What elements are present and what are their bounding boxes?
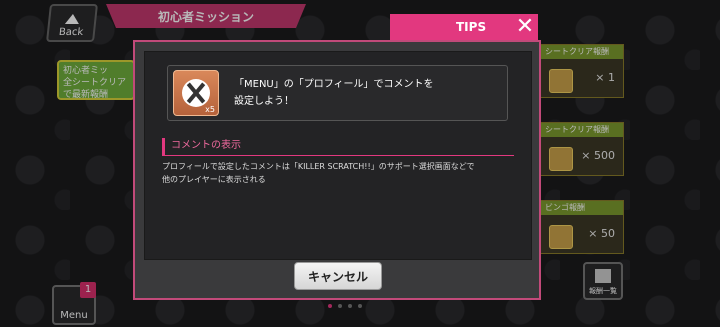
modal-content: x5 「MENU」の「プロフィール」でコメントを 設定しよう！ コメントの表示 … bbox=[144, 51, 532, 260]
close-icon[interactable]: ✕ bbox=[514, 16, 536, 38]
cancel-button[interactable]: キャンセル bbox=[294, 262, 382, 290]
item-quantity: x5 bbox=[205, 105, 215, 114]
section-title: コメントの表示 bbox=[162, 138, 514, 156]
tips-modal: x5 「MENU」の「プロフィール」でコメントを 設定しよう！ コメントの表示 … bbox=[133, 40, 541, 300]
item-icon: x5 bbox=[173, 70, 219, 116]
crossed-tools-icon bbox=[182, 79, 210, 107]
description-line: 他のプレイヤーに表示される bbox=[162, 175, 266, 184]
mission-text-line: 設定しよう！ bbox=[234, 96, 294, 107]
description: プロフィールで設定したコメントは「KILLER SCRATCH!!」のサポート選… bbox=[162, 160, 512, 186]
description-line: プロフィールで設定したコメントは「KILLER SCRATCH!!」のサポート選… bbox=[162, 162, 475, 171]
mission-text: 「MENU」の「プロフィール」でコメントを 設定しよう！ bbox=[234, 76, 494, 110]
mission-text-line: 「MENU」の「プロフィール」でコメントを bbox=[234, 79, 434, 90]
tips-label: TIPS bbox=[456, 20, 487, 34]
mission-card: x5 「MENU」の「プロフィール」でコメントを 設定しよう！ bbox=[167, 65, 508, 121]
